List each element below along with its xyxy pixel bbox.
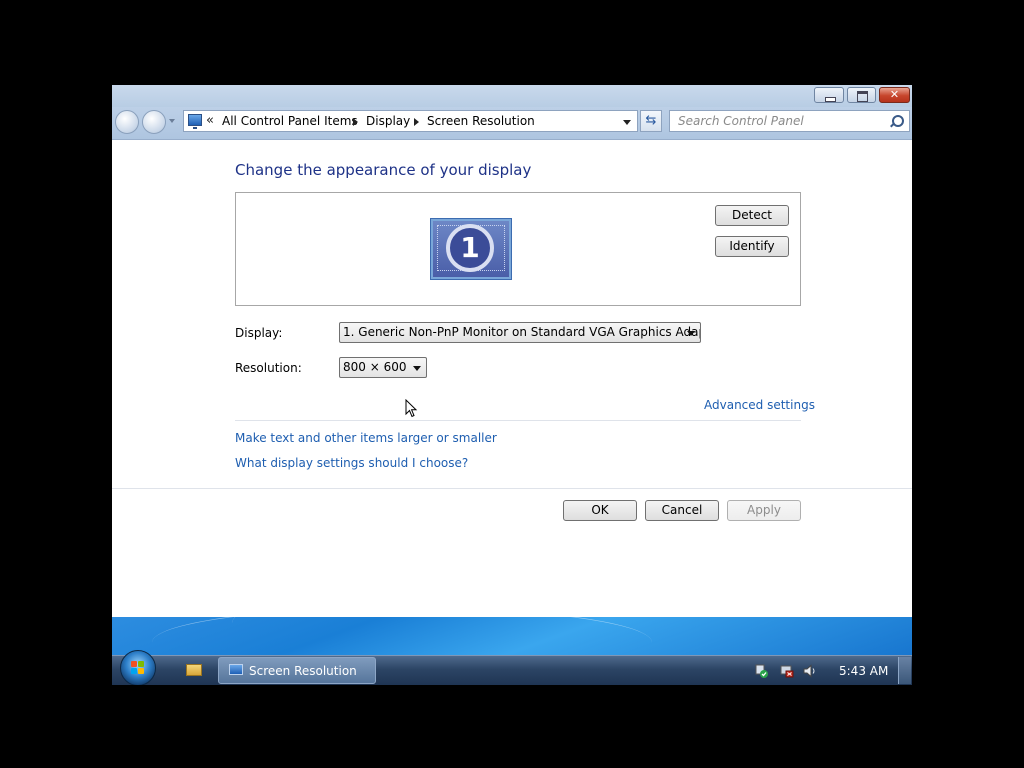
- desktop-wallpaper[interactable]: [112, 617, 912, 655]
- monitor-number: 1: [446, 224, 494, 272]
- footer-divider: [112, 488, 912, 489]
- show-desktop-button[interactable]: [898, 657, 911, 684]
- restore-button[interactable]: [847, 87, 876, 103]
- identify-button[interactable]: Identify: [715, 236, 789, 257]
- display-select[interactable]: 1. Generic Non-PnP Monitor on Standard V…: [339, 322, 701, 343]
- larger-text-link[interactable]: Make text and other items larger or smal…: [235, 431, 497, 445]
- volume-icon[interactable]: [803, 664, 817, 678]
- display-select-value: 1. Generic Non-PnP Monitor on Standard V…: [343, 325, 701, 339]
- network-icon[interactable]: [780, 664, 794, 678]
- address-dropdown-icon[interactable]: [623, 120, 631, 125]
- control-panel-icon: [229, 664, 243, 675]
- ok-button[interactable]: OK: [563, 500, 637, 521]
- back-button[interactable]: [115, 110, 139, 134]
- divider: [235, 420, 801, 421]
- taskbar-item-label: Screen Resolution: [249, 664, 357, 678]
- breadcrumb-all-control-panel-items[interactable]: All Control Panel Items: [222, 114, 358, 128]
- resolution-select[interactable]: 800 × 600: [339, 357, 427, 378]
- breadcrumb-separator-icon[interactable]: [353, 118, 358, 126]
- screen: ✕ « All Control Panel Items Display Scre…: [112, 85, 912, 685]
- search-placeholder: Search Control Panel: [678, 114, 804, 128]
- detect-button[interactable]: Detect: [715, 205, 789, 226]
- resolution-select-value: 800 × 600: [343, 360, 407, 374]
- address-bar[interactable]: « All Control Panel Items Display Screen…: [183, 110, 638, 132]
- taskbar-item-screen-resolution[interactable]: Screen Resolution: [218, 657, 376, 684]
- windows-explorer-icon[interactable]: [186, 664, 202, 676]
- close-button[interactable]: ✕: [879, 87, 910, 103]
- navigation-bar: « All Control Panel Items Display Screen…: [112, 107, 912, 140]
- breadcrumb-screen-resolution[interactable]: Screen Resolution: [427, 114, 535, 128]
- control-panel-icon: [188, 114, 202, 129]
- system-clock[interactable]: 5:43 AM: [839, 664, 888, 678]
- display-settings-help-link[interactable]: What display settings should I choose?: [235, 456, 468, 470]
- mouse-cursor-icon: [405, 399, 418, 418]
- refresh-button[interactable]: ⇆: [640, 110, 662, 132]
- taskbar: Screen Resolution 5:43 AM: [112, 650, 912, 685]
- windows-logo-icon: [131, 661, 145, 675]
- chevron-down-icon: [687, 331, 695, 336]
- restore-icon: [848, 88, 875, 102]
- address-overflow-icon[interactable]: «: [206, 113, 214, 128]
- forward-button[interactable]: [142, 110, 166, 134]
- breadcrumb-display[interactable]: Display: [366, 114, 410, 128]
- window-titlebar[interactable]: ✕: [112, 85, 912, 107]
- recent-pages-dropdown-icon[interactable]: [169, 119, 175, 123]
- breadcrumb-separator-icon[interactable]: [414, 118, 419, 126]
- advanced-settings-link[interactable]: Advanced settings: [704, 398, 815, 412]
- page-title: Change the appearance of your display: [235, 161, 532, 179]
- search-icon[interactable]: [892, 115, 904, 127]
- close-icon: ✕: [889, 88, 900, 101]
- minimize-button[interactable]: [814, 87, 844, 103]
- monitor-icon[interactable]: 1: [431, 219, 511, 279]
- action-center-icon[interactable]: [754, 664, 768, 678]
- minimize-icon: [815, 88, 843, 102]
- search-input[interactable]: Search Control Panel: [669, 110, 910, 132]
- apply-button[interactable]: Apply: [727, 500, 801, 521]
- start-button[interactable]: [120, 650, 156, 685]
- display-preview-panel: 1 Detect Identify: [235, 192, 801, 306]
- chevron-down-icon: [413, 366, 421, 371]
- display-label: Display:: [235, 326, 283, 340]
- resolution-label: Resolution:: [235, 361, 302, 375]
- cancel-button[interactable]: Cancel: [645, 500, 719, 521]
